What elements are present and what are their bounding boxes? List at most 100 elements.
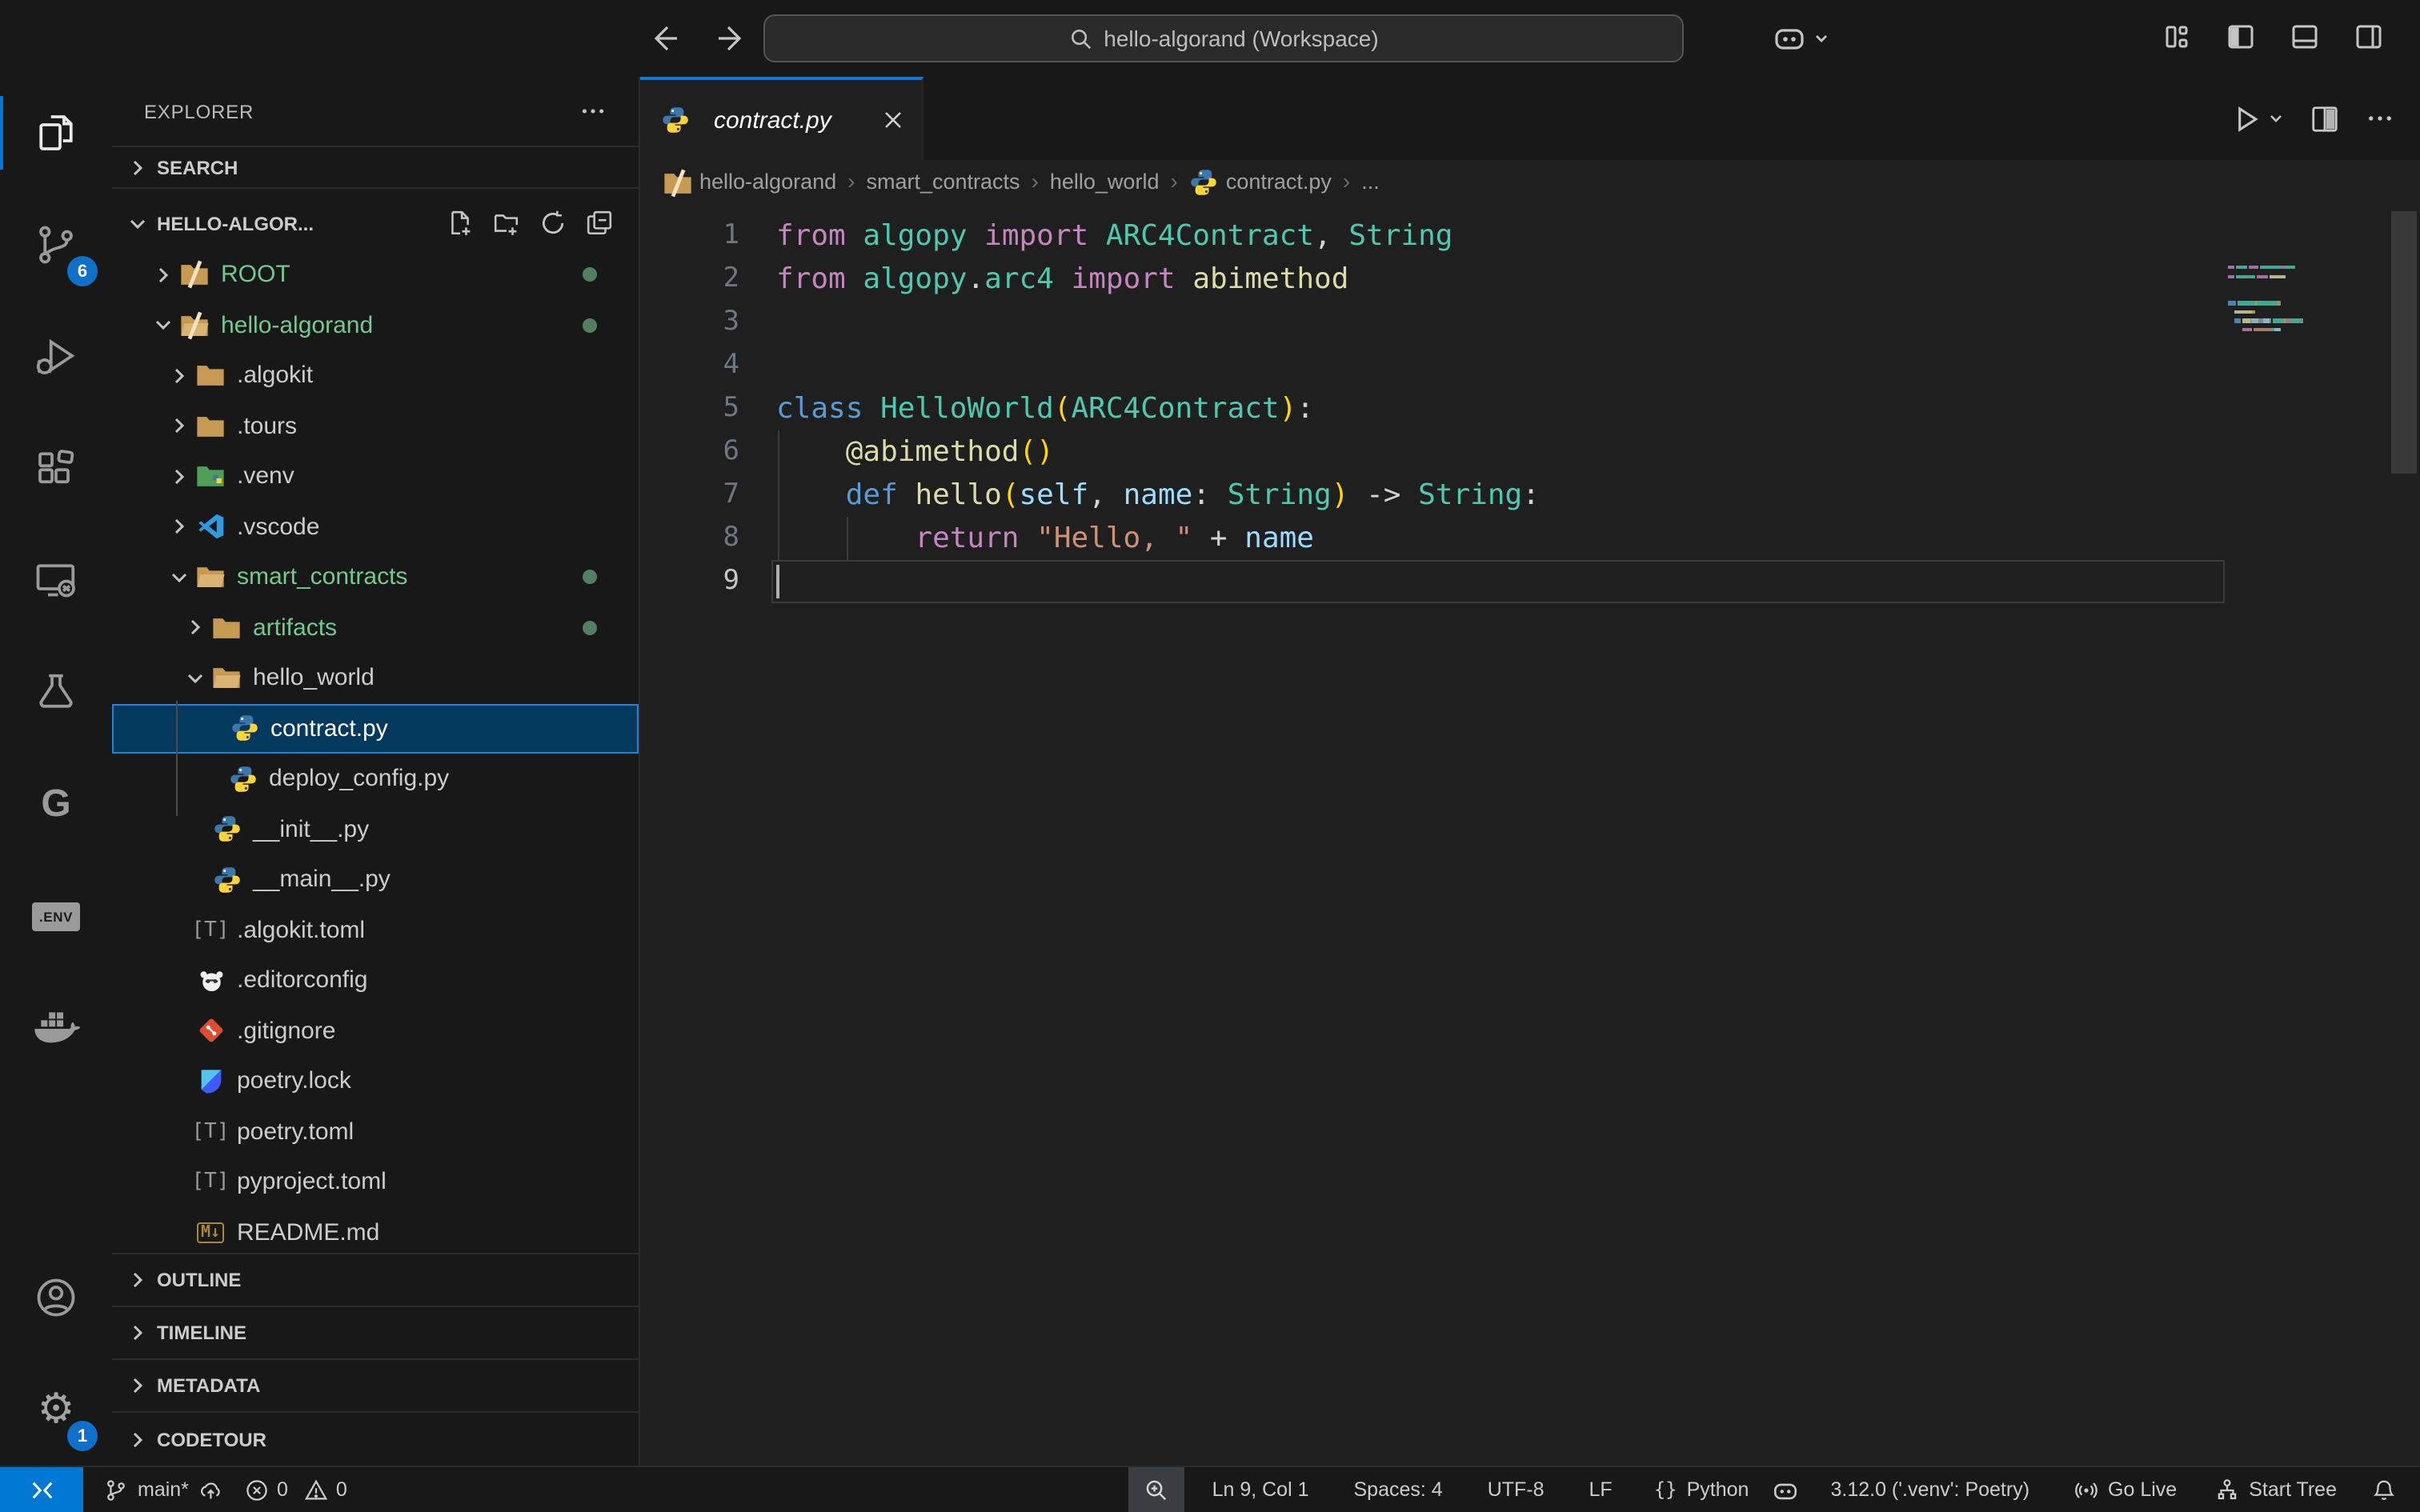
timeline-section-header[interactable]: TIMELINE xyxy=(112,1307,639,1360)
line-number: 1 xyxy=(640,214,739,258)
breadcrumb-item[interactable]: hello_world xyxy=(1050,169,1160,193)
status-bar: main* 0 0 Ln 9, Col 1 Spaces: 4 UTF-8 LF… xyxy=(0,1466,2420,1512)
file-name: .vscode xyxy=(237,514,319,541)
breadcrumb-item[interactable]: hello-algorand xyxy=(663,167,836,194)
git-icon xyxy=(195,1016,226,1046)
breadcrumb-item[interactable]: contract.py xyxy=(1189,167,1332,194)
tree-item--init-py[interactable]: __init__.py xyxy=(112,804,639,854)
tree-item-hello-algorand[interactable]: hello-algorand xyxy=(112,300,639,350)
toggle-panel-icon[interactable] xyxy=(2289,21,2321,53)
minimap[interactable] xyxy=(2228,266,2382,346)
zoom-status-item[interactable] xyxy=(1129,1467,1185,1512)
tree-item-smart-contracts[interactable]: smart_contracts xyxy=(112,552,639,602)
docker-activity-icon[interactable] xyxy=(0,973,112,1085)
remote-icon xyxy=(30,1478,54,1502)
forward-arrow-icon[interactable] xyxy=(715,22,747,54)
explorer-activity-icon[interactable] xyxy=(0,77,112,189)
tree-item-artifacts[interactable]: artifacts xyxy=(112,602,639,653)
encoding-item[interactable]: UTF-8 xyxy=(1476,1467,1556,1512)
tree-item-root[interactable]: ROOT xyxy=(112,250,639,300)
codetour-section-header[interactable]: CODETOUR xyxy=(112,1413,639,1466)
run-debug-activity-icon[interactable] xyxy=(0,301,112,413)
tree-item--venv[interactable]: .venv xyxy=(112,451,639,502)
tab-close-icon[interactable] xyxy=(880,107,906,133)
tree-item-deploy-config-py[interactable]: deploy_config.py xyxy=(112,754,639,804)
explorer-more-actions-icon[interactable] xyxy=(579,98,607,125)
breadcrumb-item[interactable]: ... xyxy=(1361,169,1380,193)
tree-item--main-py[interactable]: __main__.py xyxy=(112,854,639,905)
outline-section-header[interactable]: OUTLINE xyxy=(112,1254,639,1307)
notifications-bell-item[interactable] xyxy=(2361,1467,2407,1512)
tree-item--vscode[interactable]: .vscode xyxy=(112,502,639,552)
source-control-activity-icon[interactable]: 6 xyxy=(0,189,112,301)
breadcrumbs: hello-algorand›smart_contracts›hello_wor… xyxy=(640,160,2420,202)
file-name: poetry.toml xyxy=(237,1118,354,1146)
python-icon xyxy=(227,764,258,794)
file-name: .editorconfig xyxy=(237,967,367,994)
tree-item-poetry-toml[interactable]: [T]poetry.toml xyxy=(112,1106,639,1157)
metadata-section-header[interactable]: METADATA xyxy=(112,1360,639,1413)
remote-indicator[interactable] xyxy=(0,1467,83,1512)
toggle-secondary-sidebar-icon[interactable] xyxy=(2353,21,2385,53)
search-icon xyxy=(1068,26,1092,50)
python-interpreter-item[interactable]: 3.12.0 ('.venv': Poetry) xyxy=(1819,1467,2041,1512)
activity-bar: 6 xyxy=(0,77,112,1466)
tree-item--algokit-toml[interactable]: [T].algokit.toml xyxy=(112,905,639,955)
minimap-line xyxy=(2228,337,2382,340)
tree-item-contract-py[interactable]: contract.py xyxy=(112,703,639,754)
dotenv-activity-icon[interactable]: .ENV xyxy=(0,861,112,973)
copilot-status-item[interactable] xyxy=(1760,1467,1809,1512)
tree-item--tours[interactable]: .tours xyxy=(112,401,639,451)
copilot-menu[interactable] xyxy=(1770,19,1829,58)
folder-open-icon xyxy=(195,562,226,593)
gitlens-activity-icon[interactable]: G xyxy=(0,749,112,861)
run-python-file-icon[interactable] xyxy=(2231,103,2284,134)
new-folder-icon[interactable] xyxy=(493,210,520,238)
git-branch-item[interactable]: main* xyxy=(83,1467,234,1512)
language-mode-item[interactable]: {} Python xyxy=(1643,1467,1761,1512)
customize-layout-icon[interactable] xyxy=(2161,21,2193,53)
remote-explorer-activity-icon[interactable] xyxy=(0,525,112,637)
tree-item-hello-world[interactable]: hello_world xyxy=(112,653,639,703)
markdown-icon: M↓ xyxy=(195,1218,226,1248)
poetry-icon xyxy=(195,1066,226,1097)
code-line-3 xyxy=(776,301,1540,344)
problems-item[interactable]: 0 0 xyxy=(234,1467,359,1512)
collapse-all-icon[interactable] xyxy=(586,210,613,238)
editor-more-actions-icon[interactable] xyxy=(2366,104,2394,133)
eol-item[interactable]: LF xyxy=(1578,1467,1624,1512)
command-center-search[interactable]: hello-algorand (Workspace) xyxy=(763,14,1684,62)
breadcrumb-item[interactable]: smart_contracts xyxy=(866,169,1020,193)
zoom-in-icon xyxy=(1145,1478,1169,1502)
copilot-icon xyxy=(1770,19,1809,58)
tree-item-pyproject-toml[interactable]: [T]pyproject.toml xyxy=(112,1157,639,1207)
toml-icon: [T] xyxy=(195,915,226,946)
settings-gear-icon[interactable]: ⚙ 1 xyxy=(0,1354,112,1466)
extensions-activity-icon[interactable] xyxy=(0,413,112,525)
testing-activity-icon[interactable] xyxy=(0,637,112,749)
accounts-activity-icon[interactable] xyxy=(0,1242,112,1354)
tree-item--gitignore[interactable]: .gitignore xyxy=(112,1006,639,1056)
tree-item--algokit[interactable]: .algokit xyxy=(112,350,639,401)
tab-contract-py[interactable]: contract.py xyxy=(640,77,924,160)
indentation-item[interactable]: Spaces: 4 xyxy=(1343,1467,1454,1512)
start-tree-item[interactable]: Start Tree xyxy=(2204,1467,2348,1512)
warning-count: 0 xyxy=(336,1478,347,1501)
editor-scrollbar[interactable] xyxy=(2391,211,2417,474)
tree-item--editorconfig[interactable]: .editorconfig xyxy=(112,955,639,1006)
go-live-item[interactable]: Go Live xyxy=(2063,1467,2188,1512)
cursor-position-item[interactable]: Ln 9, Col 1 xyxy=(1201,1467,1320,1512)
code-content[interactable]: from algopy import ARC4Contract, Stringf… xyxy=(776,214,1540,603)
split-editor-icon[interactable] xyxy=(2310,103,2340,134)
tree-item-poetry-lock[interactable]: poetry.lock xyxy=(112,1056,639,1106)
file-name: pyproject.toml xyxy=(237,1169,387,1196)
new-file-icon[interactable] xyxy=(447,210,474,238)
back-arrow-icon[interactable] xyxy=(648,22,680,54)
tree-item-readme-md[interactable]: M↓README.md xyxy=(112,1207,639,1253)
refresh-icon[interactable] xyxy=(539,210,567,238)
workspace-section-header[interactable]: HELLO-ALGOR... xyxy=(112,198,639,250)
code-view[interactable]: 123456789 from algopy import ARC4Contrac… xyxy=(640,202,2420,1466)
search-section-header[interactable]: SEARCH xyxy=(112,146,639,189)
file-name: .gitignore xyxy=(237,1018,335,1045)
toggle-primary-sidebar-icon[interactable] xyxy=(2225,21,2257,53)
